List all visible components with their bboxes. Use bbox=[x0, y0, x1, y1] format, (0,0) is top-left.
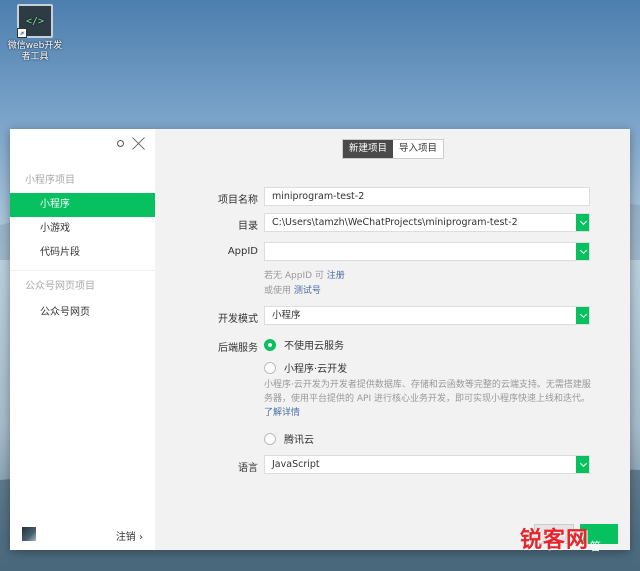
desktop-icon-label: 微信web开发者工具 bbox=[7, 41, 63, 62]
dev-mode-value: 小程序 bbox=[272, 310, 301, 321]
directory-select[interactable]: C:\Users\tamzh\WeChatProjects\miniprogra… bbox=[264, 213, 590, 232]
radio-checked-icon bbox=[264, 338, 276, 351]
hint-text: 或使用 bbox=[264, 286, 294, 296]
avatar[interactable] bbox=[22, 527, 36, 541]
sidebar-divider bbox=[10, 270, 155, 271]
learn-more-link[interactable]: 了解详情 bbox=[264, 408, 300, 418]
appid-label: AppID bbox=[227, 246, 258, 257]
description-text: 小程序·云开发为开发者提供数据库、存储和云函数等完整的云端支持。无需搭建服务器，… bbox=[264, 380, 591, 404]
language-label: 语言 bbox=[238, 463, 258, 474]
chevron-down-icon[interactable] bbox=[576, 456, 589, 473]
dev-mode-select[interactable]: 小程序 bbox=[264, 306, 590, 325]
dev-mode-label: 开发模式 bbox=[218, 314, 258, 325]
sidebar-item-snippets[interactable]: 代码片段 bbox=[10, 241, 155, 265]
radio-no-cloud[interactable]: 不使用云服务 bbox=[264, 337, 344, 352]
project-tabs: 新建项目 导入项目 bbox=[342, 139, 445, 159]
sidebar-footer: 注销 › bbox=[10, 520, 155, 550]
window-controls bbox=[117, 137, 145, 150]
radio-tencent-cloud[interactable]: 腾讯云 bbox=[264, 431, 314, 446]
radio-label: 不使用云服务 bbox=[284, 341, 344, 352]
radio-unchecked-icon bbox=[264, 361, 276, 374]
minimize-icon[interactable] bbox=[117, 140, 124, 147]
backend-label: 后端服务 bbox=[218, 343, 258, 354]
directory-value: C:\Users\tamzh\WeChatProjects\miniprogra… bbox=[272, 217, 518, 228]
sidebar-item-minigame[interactable]: 小游戏 bbox=[10, 217, 155, 241]
directory-label: 目录 bbox=[238, 221, 258, 232]
tab-new-project[interactable]: 新建项目 bbox=[343, 140, 394, 158]
radio-cloud-dev[interactable]: 小程序·云开发 bbox=[264, 360, 347, 375]
appid-select[interactable] bbox=[264, 242, 590, 261]
watermark-logo: 锐客网 bbox=[520, 528, 590, 553]
chevron-down-icon[interactable] bbox=[576, 214, 589, 231]
radio-unchecked-icon bbox=[264, 432, 276, 445]
logout-link[interactable]: 注销 › bbox=[116, 528, 143, 543]
register-link[interactable]: 注册 bbox=[327, 271, 345, 281]
language-value: JavaScript bbox=[272, 459, 320, 470]
watermark-sub: 答 bbox=[590, 540, 601, 553]
project-name-label: 项目名称 bbox=[218, 195, 258, 206]
section-title-miniprogram: 小程序项目 bbox=[25, 175, 75, 186]
radio-label: 腾讯云 bbox=[284, 435, 314, 446]
appid-hint-testaccount: 或使用 测试号 bbox=[264, 283, 321, 296]
close-icon[interactable] bbox=[132, 137, 145, 150]
sidebar: 小程序项目 小程序 小游戏 代码片段 公众号网页项目 公众号网页 注销 › bbox=[10, 129, 155, 550]
new-project-dialog: 小程序项目 小程序 小游戏 代码片段 公众号网页项目 公众号网页 注销 › 新建… bbox=[10, 129, 630, 550]
desktop-shortcut-wechat-devtools[interactable]: </> ↗ 微信web开发者工具 bbox=[4, 4, 66, 63]
test-account-link[interactable]: 测试号 bbox=[294, 286, 321, 296]
shortcut-arrow-icon: ↗ bbox=[17, 28, 27, 38]
section-title-official: 公众号网页项目 bbox=[25, 281, 95, 292]
chevron-down-icon[interactable] bbox=[576, 307, 589, 324]
radio-label: 小程序·云开发 bbox=[284, 364, 348, 375]
hint-text: 若无 AppID 可 bbox=[264, 271, 327, 281]
appid-hint-register: 若无 AppID 可 注册 bbox=[264, 268, 345, 281]
devtools-app-icon: </> ↗ bbox=[17, 4, 53, 38]
code-glyph: </> bbox=[25, 15, 45, 27]
project-name-input[interactable]: miniprogram-test-2 bbox=[264, 187, 590, 206]
cloud-dev-description: 小程序·云开发为开发者提供数据库、存储和云函数等完整的云端支持。无需搭建服务器，… bbox=[264, 378, 594, 420]
language-select[interactable]: JavaScript bbox=[264, 455, 590, 474]
sidebar-item-official-web[interactable]: 公众号网页 bbox=[10, 301, 155, 325]
main-panel: 新建项目 导入项目 项目名称 miniprogram-test-2 目录 C:\… bbox=[155, 129, 630, 550]
tab-import-project[interactable]: 导入项目 bbox=[393, 140, 443, 158]
sidebar-item-miniprogram[interactable]: 小程序 bbox=[10, 193, 155, 217]
chevron-down-icon[interactable] bbox=[576, 243, 589, 260]
